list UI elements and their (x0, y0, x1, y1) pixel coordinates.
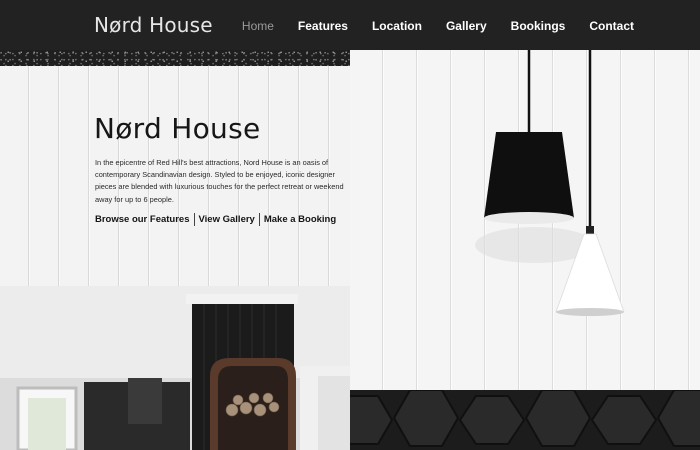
make-booking-link[interactable]: Make a Booking (264, 213, 336, 226)
black-lamp-shade (484, 132, 574, 218)
nav-item-bookings[interactable]: Bookings (511, 18, 566, 34)
kitchen-interior-illustration (0, 286, 350, 450)
nav-item-home[interactable]: Home (242, 18, 274, 34)
white-lamp-rim (556, 308, 624, 316)
hex-tiles-image (350, 390, 700, 450)
link-divider (258, 213, 260, 226)
nav-item-contact[interactable]: Contact (589, 18, 634, 34)
black-lamp-rim (484, 212, 574, 224)
hero-title: Nørd House (94, 112, 261, 145)
hex-tiles-illustration (350, 390, 700, 447)
view-gallery-link[interactable]: View Gallery (199, 213, 255, 226)
nav-item-features[interactable]: Features (298, 18, 348, 34)
nav-item-location[interactable]: Location (372, 18, 422, 34)
pendant-lamps-image (350, 50, 700, 390)
kitchen-interior-image (0, 286, 350, 450)
link-divider (193, 213, 195, 226)
hero-links: Browse our Features View Gallery Make a … (95, 213, 336, 226)
hero-description: In the epicentre of Red Hill's best attr… (95, 158, 344, 204)
pendant-lamps-illustration (475, 50, 625, 316)
top-nav-bar: Nørd House Home Features Location Galler… (0, 0, 700, 50)
nav-item-gallery[interactable]: Gallery (446, 18, 487, 34)
white-lamp-cap (586, 226, 594, 234)
main-nav: Home Features Location Gallery Bookings … (218, 18, 634, 34)
brand-logo[interactable]: Nørd House (94, 13, 213, 37)
speckled-stone-strip (0, 50, 350, 66)
browse-features-link[interactable]: Browse our Features (95, 213, 190, 226)
